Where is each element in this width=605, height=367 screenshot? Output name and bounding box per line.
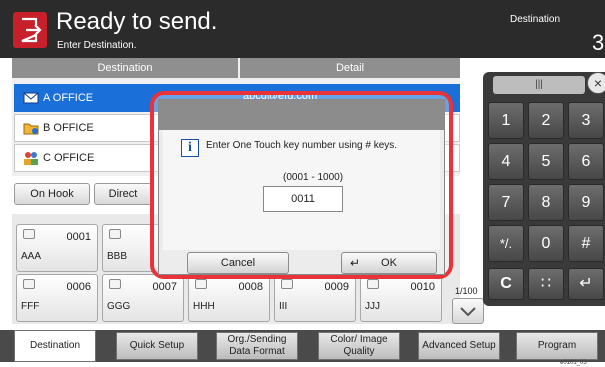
dialog-header <box>159 100 444 130</box>
keypad-key[interactable]: 7 <box>488 184 524 221</box>
keypad-key[interactable]: 4 <box>488 143 524 180</box>
top-bar: Ready to send. Enter Destination. Destin… <box>0 0 605 58</box>
one-touch-key-name: AAA <box>21 251 42 262</box>
one-touch-key[interactable]: 0008 HHH <box>188 274 270 322</box>
keypad-key[interactable]: 3 <box>568 102 604 139</box>
one-touch-key[interactable]: 0006 FFF <box>16 274 98 322</box>
tab-advanced-setup[interactable]: Advanced Setup <box>418 332 500 360</box>
keypad-key[interactable]: 6 <box>568 143 604 180</box>
keypad-clear-key[interactable]: C <box>488 268 524 300</box>
one-touch-key-name: FFF <box>21 301 40 312</box>
ok-button[interactable]: ↵ OK <box>341 252 437 274</box>
one-touch-key-number: 0008 <box>238 281 263 293</box>
fax-icon <box>281 279 293 289</box>
destination-count: 3 <box>592 30 605 55</box>
direct-button[interactable]: Direct <box>94 183 152 205</box>
info-icon: i <box>181 139 199 157</box>
one-touch-key-name: HHH <box>193 301 215 312</box>
fax-icon <box>23 279 35 289</box>
keypad-grid-key[interactable]: ∷ <box>528 268 564 300</box>
keypad-key[interactable]: 2 <box>528 102 564 139</box>
one-touch-key-name: JJJ <box>365 301 380 312</box>
one-touch-key[interactable]: 0009 III <box>274 274 356 322</box>
one-touch-key-number: 0001 <box>66 231 91 243</box>
destination-name: B OFFICE <box>43 122 94 134</box>
tab-destination[interactable]: Destination <box>14 330 96 362</box>
one-touch-key-number-dialog: i Enter One Touch key number using # key… <box>158 99 445 275</box>
destination-name: A OFFICE <box>43 92 94 104</box>
fax-icon <box>109 229 121 239</box>
scroll-down-button[interactable] <box>452 298 484 324</box>
keypad-key[interactable]: 8 <box>528 184 564 221</box>
exit-icon <box>21 17 42 43</box>
figure-id: e0101_03 <box>560 360 587 366</box>
one-touch-key[interactable]: 0001 AAA <box>16 224 98 272</box>
destination-count-label: Destination <box>510 14 561 25</box>
home-button[interactable] <box>13 12 47 48</box>
one-touch-key-number-input[interactable]: 0011 <box>263 186 343 212</box>
one-touch-key[interactable]: 0010 JJJ <box>360 274 442 322</box>
page-subtitle: Enter Destination. <box>57 40 137 51</box>
keypad-key[interactable]: 9 <box>568 184 604 221</box>
fax-icon <box>195 279 207 289</box>
keypad-key[interactable]: */. <box>488 225 524 262</box>
tab-color-image-quality[interactable]: Color/ Image Quality <box>318 332 400 360</box>
one-touch-key-number: 0010 <box>410 281 435 293</box>
tab-quick-setup[interactable]: Quick Setup <box>116 332 198 360</box>
keypad-drag-handle[interactable]: ||| <box>493 76 585 94</box>
fax-icon <box>23 229 35 239</box>
fax-icon <box>367 279 379 289</box>
numeric-keypad: ||| × 1 2 3 4 5 6 7 8 9 */. 0 # C ∷ ↵ <box>483 72 605 306</box>
enter-icon: ↵ <box>350 256 361 270</box>
dialog-range: (0001 - 1000) <box>283 172 344 183</box>
page-title: Ready to send. <box>56 8 218 35</box>
one-touch-key-number: 0006 <box>66 281 91 293</box>
one-touch-key-number: 0007 <box>152 281 177 293</box>
email-icon <box>23 91 39 105</box>
destination-name: C OFFICE <box>43 152 95 164</box>
fax-icon <box>109 279 121 289</box>
keypad-key[interactable]: # <box>568 225 604 262</box>
tab-org-sending-data-format[interactable]: Org./Sending Data Format <box>216 332 298 360</box>
one-touch-key-name: BBB <box>107 251 128 262</box>
cancel-button[interactable]: Cancel <box>187 252 289 274</box>
tab-program[interactable]: Program <box>516 332 598 360</box>
one-touch-key-number: 0009 <box>324 281 349 293</box>
tab-bar: Destination Quick Setup Org./Sending Dat… <box>0 330 605 362</box>
keypad-key[interactable]: 1 <box>488 102 524 139</box>
one-touch-key[interactable]: 0007 GGG <box>102 274 184 322</box>
keypad-enter-key[interactable]: ↵ <box>568 268 604 300</box>
column-header-detail: Detail <box>240 58 460 78</box>
keypad-key[interactable]: 0 <box>528 225 564 262</box>
folder-icon <box>23 121 39 135</box>
chevron-down-icon <box>460 307 476 317</box>
one-touch-key-name: III <box>279 301 288 312</box>
group-icon <box>23 151 39 165</box>
ok-button-label: OK <box>381 257 397 269</box>
keypad-key[interactable]: 5 <box>528 143 564 180</box>
dialog-message: Enter One Touch key number using # keys. <box>206 140 398 151</box>
page-indicator: 1/100 <box>455 286 478 296</box>
on-hook-button[interactable]: On Hook <box>14 183 90 205</box>
close-icon[interactable]: × <box>587 72 605 94</box>
column-header-destination: Destination <box>12 58 238 78</box>
one-touch-key-name: GGG <box>107 301 131 312</box>
